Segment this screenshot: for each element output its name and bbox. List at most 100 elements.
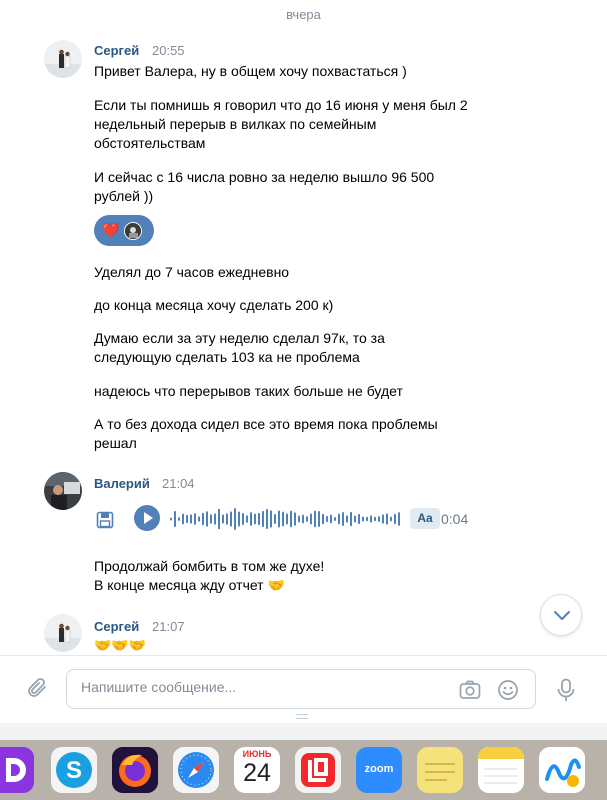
message-input[interactable] xyxy=(81,679,441,695)
dock-app-firefox[interactable] xyxy=(112,747,158,793)
waveform-bar xyxy=(310,513,312,525)
waveform-bar xyxy=(234,508,236,530)
waveform-bar xyxy=(318,511,320,527)
waveform-bar xyxy=(250,512,252,526)
waveform-bar xyxy=(326,515,328,523)
waveform-bar xyxy=(282,511,284,527)
waveform-bar xyxy=(390,516,392,522)
reaction-user-avatar xyxy=(124,221,143,240)
waveform-bar xyxy=(358,513,360,525)
waveform-bar xyxy=(186,514,188,524)
save-icon[interactable] xyxy=(96,511,114,534)
play-button[interactable] xyxy=(134,505,160,531)
waveform-bar xyxy=(174,511,176,527)
waveform-bar xyxy=(202,512,204,526)
waveform-bar xyxy=(346,515,348,523)
resize-handle[interactable] xyxy=(296,714,308,719)
waveform-bar xyxy=(190,514,192,524)
waveform-bar xyxy=(266,508,268,530)
waveform-bar xyxy=(170,517,172,521)
voice-duration: 0:04 xyxy=(441,511,469,527)
waveform-bar xyxy=(258,512,260,526)
avatar-sergey[interactable] xyxy=(44,614,82,652)
handshake-emoji: 🤝 xyxy=(267,577,285,593)
waveform-bar xyxy=(378,516,380,522)
message-text: Привет Валера, ну в общем хочу похвастат… xyxy=(94,63,407,79)
camera-icon[interactable] xyxy=(459,680,481,705)
handshake-emoji: 🤝🤝🤝 xyxy=(94,637,147,653)
dock-app-stickies[interactable] xyxy=(417,747,463,793)
dock-app-safari[interactable] xyxy=(173,747,219,793)
message-text: до конца месяца хочу сделать 200 к) xyxy=(94,297,334,313)
heart-reaction: ❤️ xyxy=(102,222,120,238)
waveform-bar xyxy=(206,511,208,527)
date-separator: вчера xyxy=(286,7,321,22)
d-app-icon xyxy=(0,747,34,793)
avatar-sergey[interactable] xyxy=(44,40,82,78)
waveform-bar xyxy=(350,511,352,527)
message-text: И сейчас с 16 числа ровно за неделю вышл… xyxy=(94,169,435,204)
author-name[interactable]: Сергей xyxy=(94,619,139,634)
freeform-icon xyxy=(539,747,585,793)
paperclip-icon[interactable] xyxy=(25,676,49,705)
dock-app-skype[interactable]: S xyxy=(51,747,97,793)
waveform-bar xyxy=(178,517,180,521)
microphone-icon[interactable] xyxy=(556,678,576,707)
waveform-bar xyxy=(198,516,200,522)
waveform-bar xyxy=(242,512,244,526)
dock-app-freeform[interactable] xyxy=(539,747,585,793)
waveform-bar xyxy=(286,513,288,525)
dock-app-d[interactable] xyxy=(0,747,34,793)
smile-icon[interactable] xyxy=(497,679,519,706)
skype-icon: S xyxy=(51,747,97,793)
message-text: В конце месяца жду отчет 🤝 xyxy=(94,576,494,595)
waveform-bar xyxy=(226,513,228,525)
waveform-bar xyxy=(238,511,240,527)
waveform-bar xyxy=(254,513,256,525)
voice-message: Aa 0:04 xyxy=(96,505,476,533)
reactions-pill[interactable]: ❤️ xyxy=(94,215,154,246)
waveform-bar xyxy=(182,513,184,525)
waveform-bar xyxy=(330,514,332,524)
message-emoji: 🤝🤝🤝 xyxy=(94,636,494,655)
stickies-icon xyxy=(417,747,463,793)
message-time[interactable]: 20:55 xyxy=(152,43,185,58)
calendar-month: ИЮНЬ xyxy=(242,749,272,759)
scroll-down-button[interactable] xyxy=(540,594,582,636)
chat-history: вчера Сергей 20:55 Привет Валера, ну в о… xyxy=(0,0,607,655)
chevron-down-icon xyxy=(554,611,570,620)
message-text: Думаю если за эту неделю сделал 97к, то … xyxy=(94,330,385,365)
waveform-bar xyxy=(334,517,336,521)
message-time[interactable]: 21:04 xyxy=(162,476,195,491)
dock-app-lasso[interactable] xyxy=(295,747,341,793)
waveform-bar xyxy=(306,516,308,522)
safari-icon xyxy=(173,747,219,793)
message-text: надеюсь что перерывов таких больше не бу… xyxy=(94,383,403,399)
message-input-box[interactable] xyxy=(66,669,536,709)
macos-dock: S ИЮНЬ 24 zoom xyxy=(0,740,607,800)
waveform-bar xyxy=(362,516,364,522)
waveform-bar xyxy=(382,514,384,524)
waveform-bar xyxy=(278,510,280,528)
waveform-bar xyxy=(270,510,272,528)
waveform-bar xyxy=(314,510,316,528)
dock-app-calendar[interactable]: ИЮНЬ 24 xyxy=(234,747,280,793)
waveform-bar xyxy=(290,510,292,528)
message-text: Уделял до 7 часов ежедневно xyxy=(94,264,290,280)
message-text: А то без дохода сидел все это время пока… xyxy=(94,416,438,451)
dock-app-notes[interactable] xyxy=(478,747,524,793)
calendar-day: 24 xyxy=(243,759,271,787)
avatar-valeriy[interactable] xyxy=(44,472,82,510)
author-name[interactable]: Сергей xyxy=(94,43,139,58)
message-text: Продолжай бомбить в том же духе! xyxy=(94,558,325,574)
message-time[interactable]: 21:07 xyxy=(152,619,185,634)
waveform-bar xyxy=(230,511,232,527)
waveform-bar xyxy=(302,514,304,524)
author-name[interactable]: Валерий xyxy=(94,476,150,491)
waveform-bar xyxy=(194,513,196,525)
transcribe-button[interactable]: Aa xyxy=(410,508,440,529)
waveform-bar xyxy=(394,513,396,525)
zoom-label: zoom xyxy=(364,763,394,775)
dock-app-zoom[interactable]: zoom xyxy=(356,747,402,793)
waveform-bar xyxy=(214,513,216,525)
